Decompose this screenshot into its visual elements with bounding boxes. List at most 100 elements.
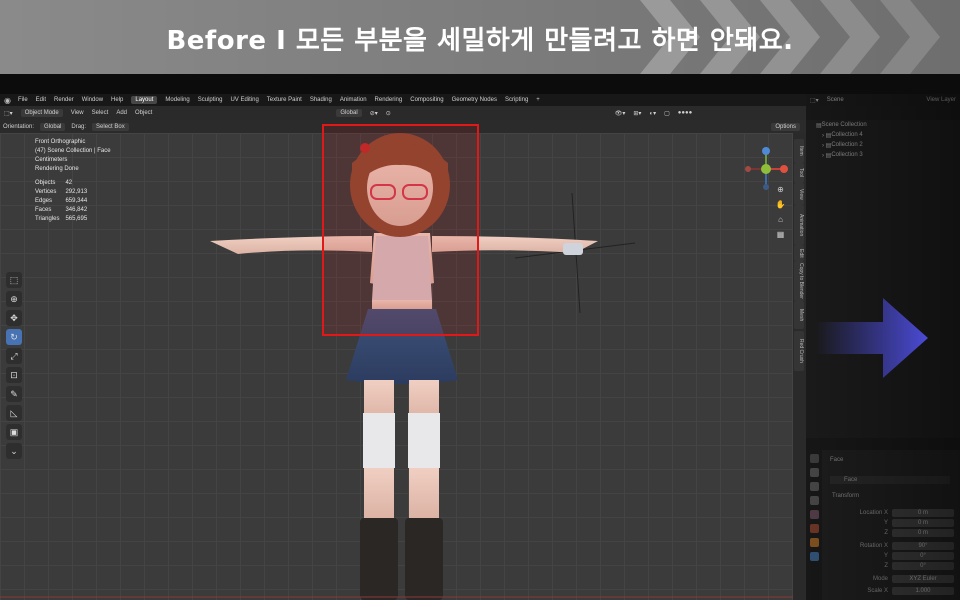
scene-selector[interactable]: Scene [827, 97, 844, 103]
collection-icon: › ▤ [822, 142, 832, 149]
properties-header [806, 438, 960, 450]
stat-row: Objects 42 [35, 180, 73, 186]
tab-compositing[interactable]: Compositing [410, 97, 443, 103]
properties-tabs [806, 450, 822, 600]
menu-file[interactable]: File [18, 97, 28, 103]
outliner-header: ⬚▾ Scene View Layer [806, 94, 960, 106]
menu-edit[interactable]: Edit [36, 97, 46, 103]
pan-hand-icon[interactable]: ✋ [775, 200, 786, 211]
object-tab-icon[interactable] [809, 538, 819, 547]
menu-view[interactable]: View [71, 110, 84, 116]
extra-tool-icon[interactable]: ⌄ [6, 443, 22, 459]
mode-dropdown[interactable]: Object Mode [20, 109, 63, 117]
world-tab-icon[interactable] [809, 524, 819, 533]
tree-item[interactable]: › ▤ Collection 3 [806, 150, 960, 160]
transform-section[interactable]: Transform [832, 493, 859, 499]
property-row: Rotation X 90° [838, 542, 954, 550]
tree-root[interactable]: ▤ Scene Collection [806, 120, 960, 130]
mesh-name-field[interactable]: Face [830, 476, 950, 484]
menu-add[interactable]: Add [116, 110, 127, 116]
orientation-dropdown[interactable]: Global [40, 122, 66, 131]
tab-shading[interactable]: Shading [310, 97, 332, 103]
view-layer-selector[interactable]: View Layer [926, 97, 956, 103]
view-layer-tab-icon[interactable] [809, 496, 819, 505]
stat-row: Faces 346,842 [35, 207, 88, 213]
outliner-filter-bar [806, 106, 960, 120]
active-collection: (47) Scene Collection | Face [35, 148, 111, 154]
move-icon[interactable]: ✥ [6, 310, 22, 326]
tab-animation[interactable]: Animation [340, 97, 367, 103]
blender-logo-icon[interactable]: ◉ [4, 96, 11, 105]
output-tab-icon[interactable] [809, 482, 819, 491]
property-row: Mode XYZ Euler [838, 575, 954, 583]
proportional-edit-icon[interactable]: ⊙ [386, 110, 391, 117]
menu-render[interactable]: Render [54, 97, 74, 103]
annotate-icon[interactable]: ✎ [6, 386, 22, 402]
menu-help[interactable]: Help [111, 97, 123, 103]
sidebar-tab-animation[interactable]: Animation [794, 205, 804, 245]
outliner-tree: ▤ Scene Collection › ▤ Collection 4 › ▤ … [806, 120, 960, 438]
tree-item[interactable]: › ▤ Collection 2 [806, 140, 960, 150]
banner-title: Before I 모든 부분을 세밀하게 만들려고 하면 안돼요. [166, 26, 794, 56]
tool-shelf: ⬚ ⊕ ✥ ↻ ⤢ ⊡ ✎ ◺ ▣ ⌄ [6, 270, 26, 462]
tab-modeling[interactable]: Modeling [165, 97, 189, 103]
editor-type-icon[interactable]: ⬚▾ [810, 97, 819, 104]
zoom-icon[interactable]: ⊕ [775, 185, 786, 196]
sidebar-tab-mesh[interactable]: Mesh [794, 301, 804, 329]
measure-icon[interactable]: ◺ [6, 405, 22, 421]
sidebar-tab-copy-to-blender[interactable]: Copy to Blender [794, 261, 804, 301]
scale-icon[interactable]: ⤢ [6, 348, 22, 364]
sidebar-tab-view[interactable]: View [794, 183, 804, 205]
unit-system: Centimeters [35, 157, 68, 163]
tool-tab-icon[interactable] [809, 454, 819, 463]
tab-uv-editing[interactable]: UV Editing [230, 97, 258, 103]
collection-icon: › ▤ [822, 152, 832, 159]
sidebar-tab-item[interactable]: Item [794, 139, 804, 163]
camera-view-icon[interactable]: ⌂ [775, 215, 786, 226]
tab-scripting[interactable]: Scripting [505, 97, 528, 103]
editor-type-icon[interactable]: ⬚▾ [4, 110, 13, 117]
tab-layout[interactable]: Layout [131, 96, 158, 104]
perspective-grid-icon[interactable]: ▦ [775, 230, 786, 241]
add-workspace-button[interactable]: + [536, 97, 540, 103]
cursor-icon[interactable]: ⊕ [6, 291, 22, 307]
menu-select[interactable]: Select [92, 110, 109, 116]
property-row: Z 0° [838, 562, 954, 570]
property-row: Z0 m [838, 529, 954, 537]
menu-object[interactable]: Object [135, 110, 152, 116]
viewport-info: Front Orthographic (47) Scene Collection… [35, 138, 111, 174]
xray-icon[interactable]: ▢ [664, 110, 670, 117]
shading-modes-icon[interactable]: ●●●● [678, 110, 693, 116]
tab-geometry-nodes[interactable]: Geometry Nodes [452, 97, 497, 103]
properties-panel: Face Face Transform Location X0 m Y0 m Z… [806, 450, 960, 600]
view-name: Front Orthographic [35, 139, 86, 145]
top-menu-bar: ◉ File Edit Render Window Help Layout Mo… [0, 94, 806, 106]
tree-item[interactable]: › ▤ Collection 4 [806, 130, 960, 140]
transform-orientation-dropdown[interactable]: Global [336, 109, 362, 117]
add-cube-icon[interactable]: ▣ [6, 424, 22, 440]
collection-icon: › ▤ [822, 132, 832, 139]
render-tab-icon[interactable] [809, 468, 819, 477]
sidebar-tab-edit[interactable]: Edit [794, 245, 804, 261]
sidebar-tab-tool[interactable]: Tool [794, 163, 804, 183]
options-dropdown[interactable]: Options [771, 122, 800, 131]
viewport-header: ⬚▾ Object Mode View Select Add Object Gl… [0, 106, 806, 120]
drag-dropdown[interactable]: Select Box [92, 122, 129, 131]
sidebar-tab-red-crush[interactable]: Red Crush [794, 331, 804, 371]
render-status: Rendering Done [35, 166, 79, 172]
select-box-icon[interactable]: ⬚ [6, 272, 22, 288]
scene-tab-icon[interactable] [809, 510, 819, 519]
visibility-icon[interactable]: 👁▾ [615, 110, 626, 117]
overlay-toggle-icon[interactable]: ◐▾ [649, 110, 656, 117]
modifier-tab-icon[interactable] [809, 552, 819, 561]
rotate-icon[interactable]: ↻ [6, 329, 22, 345]
gizmo-toggle-icon[interactable]: ⊞▾ [633, 110, 641, 117]
tab-rendering[interactable]: Rendering [375, 97, 403, 103]
stat-row: Vertices 292,913 [35, 189, 88, 195]
transform-icon[interactable]: ⊡ [6, 367, 22, 383]
tab-texture-paint[interactable]: Texture Paint [267, 97, 302, 103]
scene-statistics: Objects 42 Vertices 292,913 Edges 659,344 F… [35, 179, 93, 224]
tab-sculpting[interactable]: Sculpting [198, 97, 223, 103]
snap-icon[interactable]: ⊘▾ [370, 110, 378, 117]
menu-window[interactable]: Window [82, 97, 103, 103]
